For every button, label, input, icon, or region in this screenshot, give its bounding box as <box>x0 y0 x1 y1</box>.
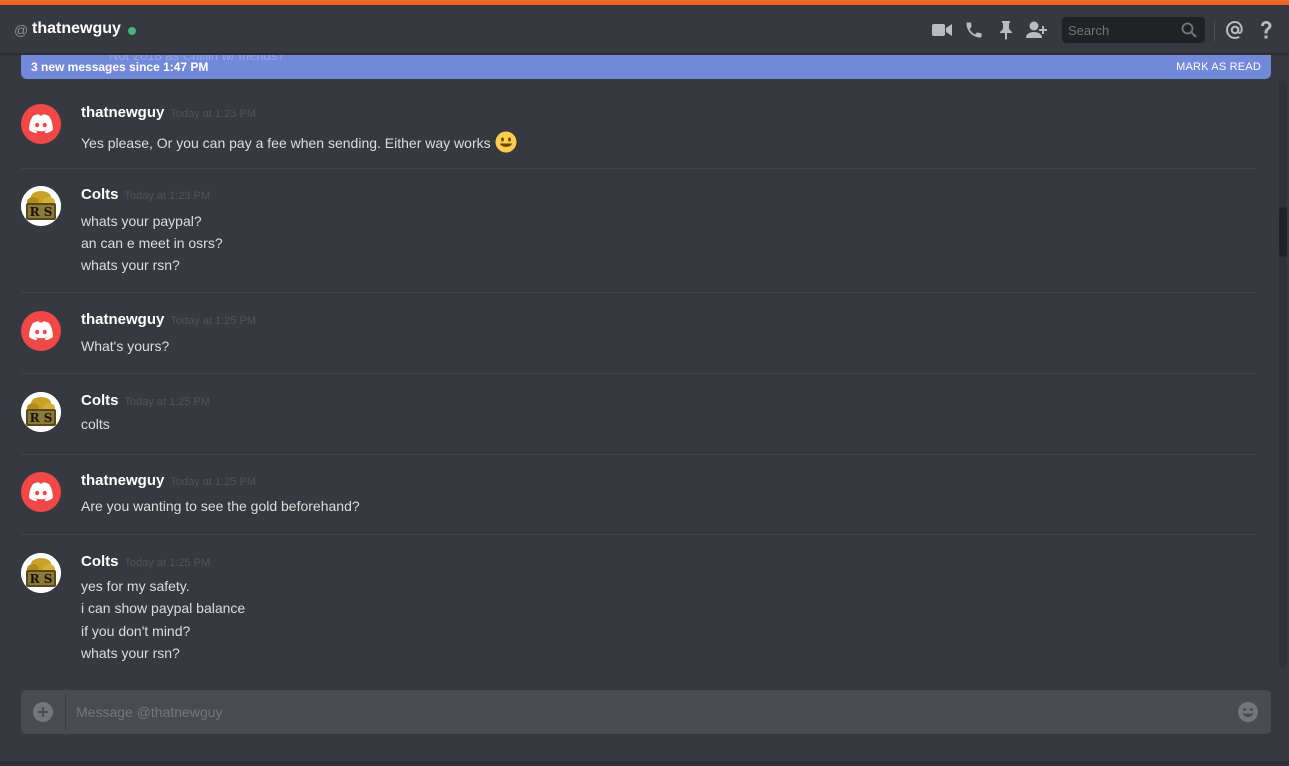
mark-as-read-button[interactable]: MARK AS READ <box>1176 61 1261 73</box>
message-group: R S Colts Today at 1:23 PM whats your pay… <box>21 186 1257 293</box>
svg-text:R S: R S <box>30 205 53 219</box>
at-symbol: @ <box>14 22 29 38</box>
discord-logo-icon <box>29 321 53 341</box>
search-box[interactable] <box>1062 17 1205 43</box>
message-line: Are you wanting to see the gold beforeha… <box>81 498 360 514</box>
message-author[interactable]: Colts Today at 1:23 PM <box>81 186 210 203</box>
message-author[interactable]: thatnewguy Today at 1:25 PM <box>81 311 256 328</box>
message-line: yes for my safety. <box>81 578 190 594</box>
author-name[interactable]: thatnewguy <box>81 472 164 489</box>
help-icon[interactable] <box>1255 19 1277 41</box>
dm-recipient-name: thatnewguy <box>32 20 121 37</box>
message-line: if you don't mind? <box>81 623 191 639</box>
channel-header: @ thatnewguy <box>0 5 1289 54</box>
message-composer <box>21 690 1271 734</box>
pin-icon[interactable] <box>995 19 1017 41</box>
new-messages-bar[interactable]: Not 2018 as Chillin w/ friends? 3 new me… <box>21 55 1271 79</box>
search-icon[interactable] <box>1181 22 1197 38</box>
author-name[interactable]: Colts <box>81 553 119 570</box>
scrollbar-track[interactable] <box>1279 80 1287 668</box>
message-timestamp: Today at 1:25 PM <box>170 476 256 488</box>
avatar[interactable] <box>21 311 61 351</box>
runescape-logo-icon: R S <box>21 186 61 226</box>
add-friend-icon[interactable] <box>1026 19 1048 41</box>
emoji-picker-icon[interactable] <box>1237 701 1259 723</box>
message-author[interactable]: thatnewguy Today at 1:25 PM <box>81 472 256 489</box>
runescape-logo-icon: R S <box>21 392 61 432</box>
message-author[interactable]: Colts Today at 1:25 PM <box>81 553 210 570</box>
message-line: What's yours? <box>81 338 170 354</box>
avatar[interactable] <box>21 472 61 512</box>
search-input[interactable] <box>1062 17 1180 43</box>
message-line: whats your rsn? <box>81 257 180 273</box>
new-messages-label[interactable]: 3 new messages since 1:47 PM <box>31 60 208 74</box>
message-author[interactable]: thatnewguy Today at 1:23 PM <box>81 104 256 121</box>
smiley-emoji-icon <box>495 131 517 153</box>
voice-call-icon[interactable] <box>963 19 985 41</box>
message-timestamp: Today at 1:25 PM <box>124 396 211 408</box>
avatar[interactable] <box>21 104 61 144</box>
author-name[interactable]: thatnewguy <box>81 104 164 121</box>
message-group: thatnewguy Today at 1:25 PM What's yours? <box>21 311 1257 374</box>
runescape-logo-icon: R S <box>21 553 61 593</box>
message-group: R S Colts Today at 1:25 PM yes for my saf… <box>21 553 1257 668</box>
message-timestamp: Today at 1:25 PM <box>170 315 256 327</box>
author-name[interactable]: thatnewguy <box>81 311 164 328</box>
header-divider <box>1214 21 1215 41</box>
svg-text:R S: R S <box>30 411 53 425</box>
discord-logo-icon <box>29 114 53 134</box>
message-line: i can show paypal balance <box>81 600 246 616</box>
message-timestamp: Today at 1:23 PM <box>124 190 211 202</box>
message-line: Yes please, Or you can pay a fee when se… <box>81 135 491 151</box>
svg-text:R S: R S <box>30 572 53 586</box>
online-status-icon <box>128 27 136 35</box>
avatar[interactable]: R S <box>21 186 61 226</box>
window-bottom-edge <box>0 761 1289 766</box>
scrollbar-thumb[interactable] <box>1279 207 1287 257</box>
message-text: Yes please, Or you can pay a fee when se… <box>81 131 517 153</box>
message-group: thatnewguy Today at 1:23 PM Yes please, O… <box>21 104 1257 169</box>
message-group: R S Colts Today at 1:25 PM colts <box>21 392 1257 455</box>
message-line: whats your paypal? <box>81 213 202 229</box>
message-timestamp: Today at 1:23 PM <box>170 108 256 120</box>
message-list: thatnewguy Today at 1:23 PM Yes please, O… <box>0 80 1278 668</box>
message-line: colts <box>81 416 110 432</box>
message-group: thatnewguy Today at 1:25 PM Are you wanti… <box>21 472 1257 535</box>
message-line: whats your rsn? <box>81 645 180 661</box>
upload-plus-icon[interactable] <box>33 702 53 722</box>
message-author[interactable]: Colts Today at 1:25 PM <box>81 392 210 409</box>
video-call-icon[interactable] <box>931 19 953 41</box>
author-name[interactable]: Colts <box>81 186 119 203</box>
discord-logo-icon <box>29 482 53 502</box>
message-timestamp: Today at 1:25 PM <box>124 557 211 569</box>
avatar[interactable]: R S <box>21 392 61 432</box>
author-name[interactable]: Colts <box>81 392 119 409</box>
message-input[interactable] <box>66 690 1226 734</box>
message-line: an can e meet in osrs? <box>81 235 223 251</box>
mentions-icon[interactable] <box>1224 19 1246 41</box>
avatar[interactable]: R S <box>21 553 61 593</box>
